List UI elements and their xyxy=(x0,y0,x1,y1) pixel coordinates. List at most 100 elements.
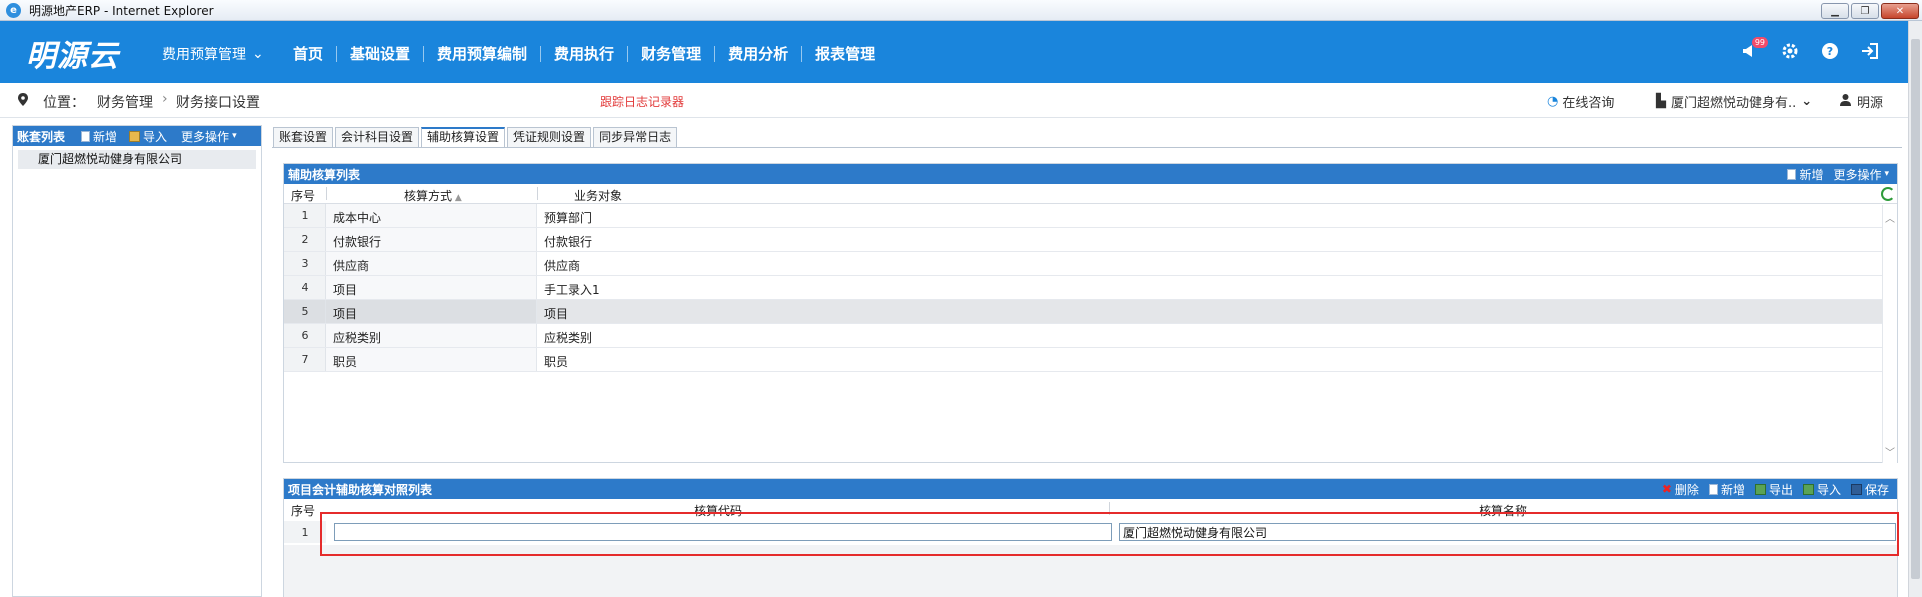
ledger-add-button[interactable]: 新增 xyxy=(81,128,117,145)
new-document-icon xyxy=(1787,168,1797,180)
mapping-save-button[interactable]: 保存 xyxy=(1850,481,1889,498)
col-divider xyxy=(537,187,538,200)
col-divider xyxy=(1109,502,1110,515)
row-method-cell xyxy=(326,348,537,371)
scroll-up-icon[interactable]: ︿ xyxy=(1885,210,1895,225)
org-selector[interactable]: ▙ 厦门超燃悦动健身有.. ⌄ xyxy=(1656,92,1812,111)
row-object: 手工录入1 xyxy=(544,283,600,297)
breadcrumb-label: 位置： xyxy=(43,95,85,111)
mapping-delete-label: 删除 xyxy=(1674,482,1699,497)
row-number: 4 xyxy=(301,281,309,294)
building-icon: ▙ xyxy=(1656,94,1666,109)
table-row[interactable]: 3 供应商 供应商 xyxy=(284,252,1897,276)
chevron-right-icon: › xyxy=(162,91,168,107)
caret-down-icon: ▾ xyxy=(1884,169,1889,179)
ledger-item[interactable]: 厦门超燃悦动健身有限公司 xyxy=(18,150,256,169)
brand-logo[interactable]: 明源云 xyxy=(26,31,119,75)
tab-auxiliary-settings[interactable]: 辅助核算设置 xyxy=(421,127,506,147)
trace-log-link[interactable]: 跟踪日志记录器 xyxy=(600,93,684,110)
breadcrumb-item-interface: 财务接口设置 xyxy=(176,95,260,111)
notification-icon[interactable]: 99 xyxy=(1740,37,1768,61)
nav-home[interactable]: 首页 xyxy=(280,43,336,64)
export-icon xyxy=(1754,483,1766,495)
table-row[interactable]: 4 项目 手工录入1 xyxy=(284,276,1897,300)
page-scrollbar[interactable] xyxy=(1908,21,1922,597)
table-row[interactable]: 1 成本中心 预算部门 xyxy=(284,204,1897,228)
user-icon xyxy=(1840,93,1851,110)
nav-expense-analysis[interactable]: 费用分析 xyxy=(715,43,801,64)
caret-down-icon: ▾ xyxy=(232,131,237,141)
nav-expense-execution[interactable]: 费用执行 xyxy=(541,43,627,64)
window-titlebar: e 明源地产ERP - Internet Explorer ▁ ❐ ✕ xyxy=(0,0,1922,21)
account-code-input[interactable] xyxy=(334,523,1112,541)
ledger-more-button[interactable]: 更多操作 ▾ xyxy=(181,128,237,145)
col-method[interactable]: 核算方式 ▲ xyxy=(404,187,462,204)
online-consult-link[interactable]: ◔ 在线咨询 xyxy=(1547,92,1614,111)
row-number: 1 xyxy=(301,209,309,222)
table-row[interactable]: 6 应税类别 应税类别 xyxy=(284,324,1897,348)
notification-badge: 99 xyxy=(1751,37,1768,48)
ledger-import-button[interactable]: 导入 xyxy=(129,128,167,145)
gear-icon[interactable] xyxy=(1780,41,1800,61)
mapping-import-button[interactable]: 导入 xyxy=(1802,481,1841,498)
row-method: 成本中心 xyxy=(333,211,382,225)
logout-icon[interactable] xyxy=(1860,41,1880,61)
auxiliary-add-button[interactable]: 新增 xyxy=(1787,166,1823,183)
breadcrumb-item-finance[interactable]: 财务管理 xyxy=(97,92,153,112)
tab-account-settings[interactable]: 会计科目设置 xyxy=(335,127,420,147)
tab-sync-error-log[interactable]: 同步异常日志 xyxy=(593,127,678,147)
mapping-delete-button[interactable]: ✖ 删除 xyxy=(1662,481,1699,498)
col-object: 业务对象 xyxy=(574,189,623,203)
tab-ledger-settings[interactable]: 账套设置 xyxy=(273,127,334,147)
page-scrollbar-thumb[interactable] xyxy=(1911,39,1920,579)
close-button[interactable]: ✕ xyxy=(1881,3,1919,19)
auxiliary-more-button[interactable]: 更多操作 ▾ xyxy=(1833,166,1889,183)
auxiliary-list-toolbar: 新增 更多操作 ▾ xyxy=(1787,164,1889,184)
col-seq: 序号 xyxy=(291,504,316,518)
module-selector-label: 费用预算管理 xyxy=(162,47,246,63)
auxiliary-list-title: 辅助核算列表 xyxy=(288,167,361,182)
mapping-export-button[interactable]: 导出 xyxy=(1754,481,1793,498)
mapping-export-label: 导出 xyxy=(1768,482,1793,497)
user-menu[interactable]: 明源 xyxy=(1840,92,1883,111)
row-method-cell xyxy=(326,300,537,323)
scroll-down-icon[interactable]: ﹀ xyxy=(1885,444,1895,459)
auxiliary-grid-scrollbar[interactable]: ︿ ﹀ xyxy=(1882,205,1897,463)
project-mapping-toolbar: ✖ 删除 新增 导出 导入 保存 xyxy=(1662,479,1889,499)
nav-report-management[interactable]: 报表管理 xyxy=(802,43,888,64)
row-method: 职员 xyxy=(333,355,358,369)
account-name-input[interactable] xyxy=(1119,523,1896,541)
header-icons: 99 ? xyxy=(1740,37,1880,61)
mapping-import-label: 导入 xyxy=(1816,482,1841,497)
project-mapping-header: 项目会计辅助核算对照列表 ✖ 删除 新增 导出 导入 保存 xyxy=(284,479,1897,499)
row-object: 付款银行 xyxy=(544,235,593,249)
ledger-list-header: 账套列表 新增 导入 更多操作 ▾ xyxy=(13,126,261,146)
ledger-add-label: 新增 xyxy=(93,129,118,144)
tab-voucher-rules[interactable]: 凭证规则设置 xyxy=(507,127,592,147)
org-selector-label: 厦门超燃悦动健身有.. xyxy=(1671,96,1797,111)
table-row[interactable]: 7 职员 职员 xyxy=(284,348,1897,372)
row-method: 应税类别 xyxy=(333,331,382,345)
table-row[interactable]: 1 xyxy=(284,519,1897,545)
restore-button[interactable]: ❐ xyxy=(1851,3,1879,19)
nav-budget-planning[interactable]: 费用预算编制 xyxy=(424,43,540,64)
help-icon[interactable]: ? xyxy=(1820,41,1840,61)
refresh-icon[interactable] xyxy=(1881,187,1895,201)
table-row-selected[interactable]: 5 项目 项目 xyxy=(284,300,1897,324)
ie-logo-icon: e xyxy=(6,2,21,18)
location-pin-icon xyxy=(18,93,28,109)
ledger-more-label: 更多操作 xyxy=(181,129,230,144)
sort-asc-icon: ▲ xyxy=(452,193,462,203)
auxiliary-more-label: 更多操作 xyxy=(1833,167,1882,182)
nav-finance-management[interactable]: 财务管理 xyxy=(628,43,714,64)
mapping-add-button[interactable]: 新增 xyxy=(1708,481,1745,498)
row-number: 3 xyxy=(301,257,309,270)
nav-basic-settings[interactable]: 基础设置 xyxy=(337,43,423,64)
breadcrumb-bar: 位置： 财务管理 › 财务接口设置 跟踪日志记录器 ◔ 在线咨询 ▙ 厦门超燃悦… xyxy=(0,83,1908,118)
minimize-button[interactable]: ▁ xyxy=(1821,3,1849,19)
table-row[interactable]: 2 付款银行 付款银行 xyxy=(284,228,1897,252)
ledger-tree: 厦门超燃悦动健身有限公司 xyxy=(13,146,261,173)
module-selector[interactable]: 费用预算管理 ⌄ xyxy=(162,44,264,64)
mapping-add-label: 新增 xyxy=(1720,482,1745,497)
delete-icon: ✖ xyxy=(1661,482,1672,496)
